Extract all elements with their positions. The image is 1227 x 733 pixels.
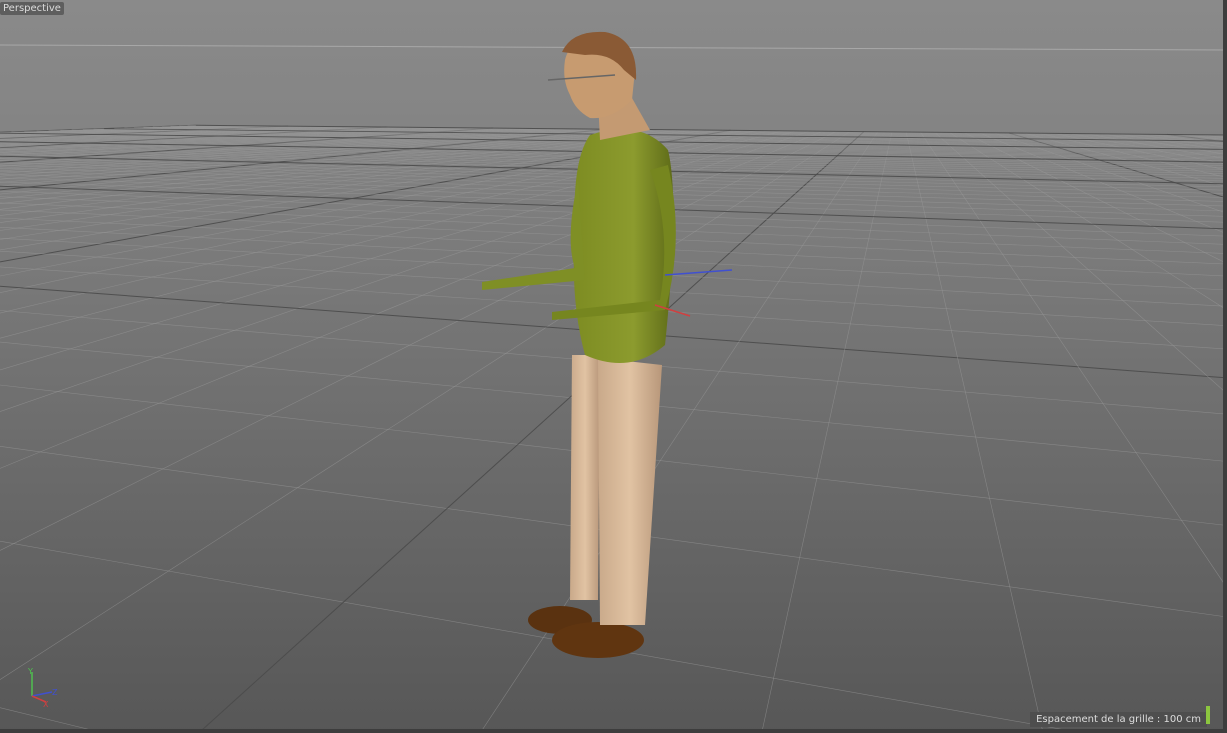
axis-z-label: Z xyxy=(52,688,58,697)
right-shoe xyxy=(552,622,644,658)
camera-label[interactable]: Perspective xyxy=(0,2,64,15)
axis-x-label: X xyxy=(43,700,49,709)
grid-spacing-status: Espacement de la grille : 100 cm xyxy=(1030,712,1207,727)
viewport-scene[interactable]: Y Z X xyxy=(0,0,1227,733)
axis-y-label: Y xyxy=(27,667,33,676)
viewport-border-bottom xyxy=(0,729,1227,733)
viewport[interactable]: Y Z X Perspective Espacement de la grill… xyxy=(0,0,1227,733)
torso-shirt xyxy=(573,129,674,363)
left-leg xyxy=(570,355,600,600)
viewport-border-right xyxy=(1223,0,1227,733)
status-indicator xyxy=(1206,706,1210,724)
